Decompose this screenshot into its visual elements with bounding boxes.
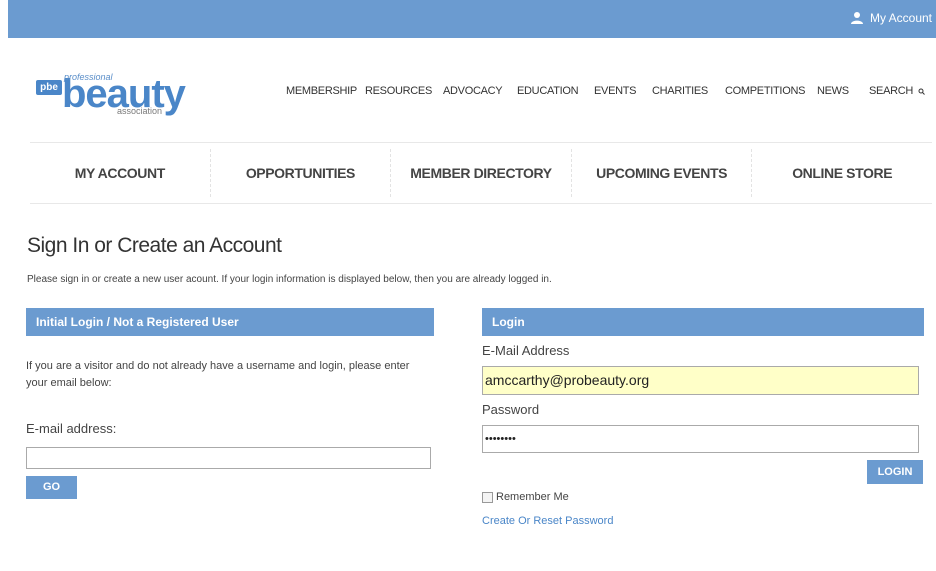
nav-competitions[interactable]: COMPETITIONS [725,85,805,97]
page-intro: Please sign in or create a new user acou… [27,274,552,285]
go-button[interactable]: GO [26,476,77,499]
nav-membership[interactable]: MEMBERSHIP [286,85,357,97]
new-user-email-label: E-mail address: [26,421,117,436]
nav-resources[interactable]: RESOURCES [365,85,432,97]
password-label: Password [482,402,540,417]
logo-badge: pbe [36,80,62,95]
logo-professional: professional [64,72,113,82]
my-account-label: My Account [869,11,932,25]
nav-events[interactable]: EVENTS [594,85,637,97]
pbe-logo[interactable]: pbe beauty professional association [36,72,186,118]
top-bar: My Account [8,0,936,38]
subnav-online-store[interactable]: ONLINE STORE [752,149,932,197]
password-input[interactable]: •••••••• [482,425,919,453]
subnav-my-account[interactable]: MY ACCOUNT [30,149,211,197]
nav-search[interactable]: SEARCH [869,85,925,97]
logo-association: association [117,106,163,116]
reset-password-link[interactable]: Create Or Reset Password [482,515,613,527]
login-button[interactable]: LOGIN [867,460,923,484]
page-title: Sign In or Create an Account [27,234,282,257]
remember-me-label: Remember Me [496,491,569,503]
login-email-input[interactable]: amccarthy@probeauty.org [482,366,919,395]
my-account-link[interactable]: My Account [850,11,932,25]
search-icon [918,88,925,95]
subnav-member-directory[interactable]: MEMBER DIRECTORY [391,149,572,197]
new-user-instructions: If you are a visitor and do not already … [26,360,410,389]
new-user-panel-heading: Initial Login / Not a Registered User [26,308,434,336]
nav-education[interactable]: EDUCATION [517,85,579,97]
remember-me[interactable]: Remember Me [482,491,569,503]
nav-advocacy[interactable]: ADVOCACY [443,85,503,97]
nav-charities[interactable]: CHARITIES [652,85,708,97]
secondary-nav: MY ACCOUNT OPPORTUNITIES MEMBER DIRECTOR… [30,142,932,204]
subnav-upcoming-events[interactable]: UPCOMING EVENTS [572,149,753,197]
login-email-label: E-Mail Address [482,343,570,358]
login-panel-heading: Login [482,308,924,336]
nav-search-label: SEARCH [869,85,914,97]
nav-news[interactable]: NEWS [817,85,849,97]
new-user-email-input[interactable] [26,447,431,469]
remember-me-checkbox[interactable] [482,491,493,503]
subnav-opportunities[interactable]: OPPORTUNITIES [211,149,392,197]
user-icon [850,12,863,24]
